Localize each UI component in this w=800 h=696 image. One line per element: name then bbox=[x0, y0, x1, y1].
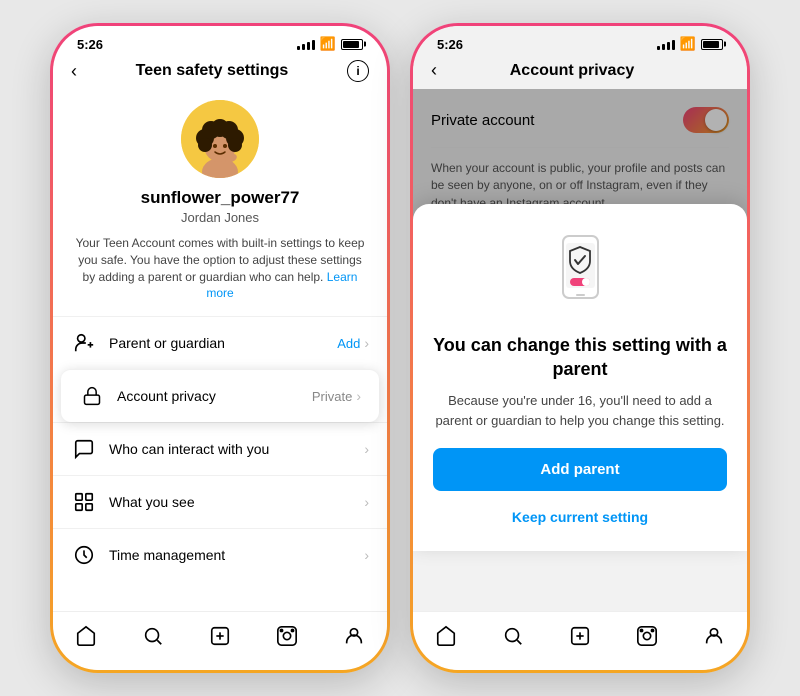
menu-section: Parent or guardian Add › Account priva bbox=[53, 316, 387, 611]
menu-item-account-privacy[interactable]: Account privacy Private › bbox=[61, 369, 379, 422]
clock-icon bbox=[71, 542, 97, 568]
menu-label-parent: Parent or guardian bbox=[109, 335, 337, 351]
status-bar-left: 5:26 📶 bbox=[53, 26, 387, 56]
bottom-nav-left bbox=[53, 611, 387, 670]
nav-bar-right: ‹ Account privacy bbox=[413, 56, 747, 89]
real-name: Jordan Jones bbox=[181, 210, 259, 225]
chevron-interact: › bbox=[364, 441, 369, 457]
info-button-left[interactable]: i bbox=[347, 60, 369, 82]
right-phone: 5:26 📶 ‹ Account privacy bbox=[410, 23, 750, 673]
menu-item-see[interactable]: What you see › bbox=[53, 475, 387, 528]
avatar bbox=[181, 100, 259, 178]
wifi-icon-right: 📶 bbox=[680, 36, 696, 52]
battery-icon bbox=[341, 39, 363, 50]
wifi-icon: 📶 bbox=[320, 36, 336, 52]
menu-label-interact: Who can interact with you bbox=[109, 441, 364, 457]
modal-title: You can change this setting with a paren… bbox=[433, 334, 727, 381]
nav-home-left[interactable] bbox=[66, 622, 106, 650]
nav-title-left: Teen safety settings bbox=[136, 62, 289, 80]
menu-item-time[interactable]: Time management › bbox=[53, 528, 387, 581]
username: sunflower_power77 bbox=[141, 188, 300, 208]
nav-reels-left[interactable] bbox=[267, 622, 307, 650]
privacy-content-area: Private account When your account is pub… bbox=[413, 89, 747, 611]
status-bar-right: 5:26 📶 bbox=[413, 26, 747, 56]
nav-reels-right[interactable] bbox=[627, 622, 667, 650]
back-button-left[interactable]: ‹ bbox=[71, 61, 77, 82]
grid-icon bbox=[71, 489, 97, 515]
lock-icon bbox=[79, 383, 105, 409]
nav-search-right[interactable] bbox=[493, 622, 533, 650]
avatar-image bbox=[181, 100, 259, 178]
profile-description: Your Teen Account comes with built-in se… bbox=[73, 235, 367, 302]
menu-label-privacy: Account privacy bbox=[117, 388, 312, 404]
modal-illustration bbox=[540, 228, 620, 318]
bottom-nav-right bbox=[413, 611, 747, 670]
status-icons-left: 📶 bbox=[297, 36, 363, 52]
nav-title-right: Account privacy bbox=[510, 62, 634, 80]
chevron-time: › bbox=[364, 547, 369, 563]
status-icons-right: 📶 bbox=[657, 36, 723, 52]
back-button-right[interactable]: ‹ bbox=[431, 60, 437, 81]
menu-right-privacy: Private › bbox=[312, 388, 361, 404]
modal-overlay: You can change this setting with a paren… bbox=[413, 89, 747, 551]
nav-bar-left: ‹ Teen safety settings i bbox=[53, 56, 387, 90]
nav-add-right[interactable] bbox=[560, 622, 600, 650]
chat-icon bbox=[71, 436, 97, 462]
battery-icon-right bbox=[701, 39, 723, 50]
menu-label-time: Time management bbox=[109, 547, 364, 563]
time-right: 5:26 bbox=[437, 37, 463, 52]
nav-profile-left[interactable] bbox=[334, 622, 374, 650]
menu-item-interact[interactable]: Who can interact with you › bbox=[53, 422, 387, 475]
menu-label-see: What you see bbox=[109, 494, 364, 510]
signal-icon bbox=[297, 38, 315, 50]
add-parent-button[interactable]: Add parent bbox=[433, 448, 727, 491]
modal-card: You can change this setting with a paren… bbox=[413, 204, 747, 551]
nav-search-left[interactable] bbox=[133, 622, 173, 650]
nav-add-left[interactable] bbox=[200, 622, 240, 650]
signal-icon-right bbox=[657, 38, 675, 50]
time-left: 5:26 bbox=[77, 37, 103, 52]
left-phone: 5:26 📶 ‹ Teen safety set bbox=[50, 23, 390, 673]
modal-description: Because you're under 16, you'll need to … bbox=[433, 391, 727, 430]
menu-right-parent: Add › bbox=[337, 335, 369, 351]
nav-profile-right[interactable] bbox=[694, 622, 734, 650]
menu-item-parent[interactable]: Parent or guardian Add › bbox=[53, 316, 387, 369]
person-add-icon bbox=[71, 330, 97, 356]
chevron-see: › bbox=[364, 494, 369, 510]
nav-home-right[interactable] bbox=[426, 622, 466, 650]
keep-setting-button[interactable]: Keep current setting bbox=[506, 503, 654, 531]
profile-section: sunflower_power77 Jordan Jones Your Teen… bbox=[53, 90, 387, 316]
